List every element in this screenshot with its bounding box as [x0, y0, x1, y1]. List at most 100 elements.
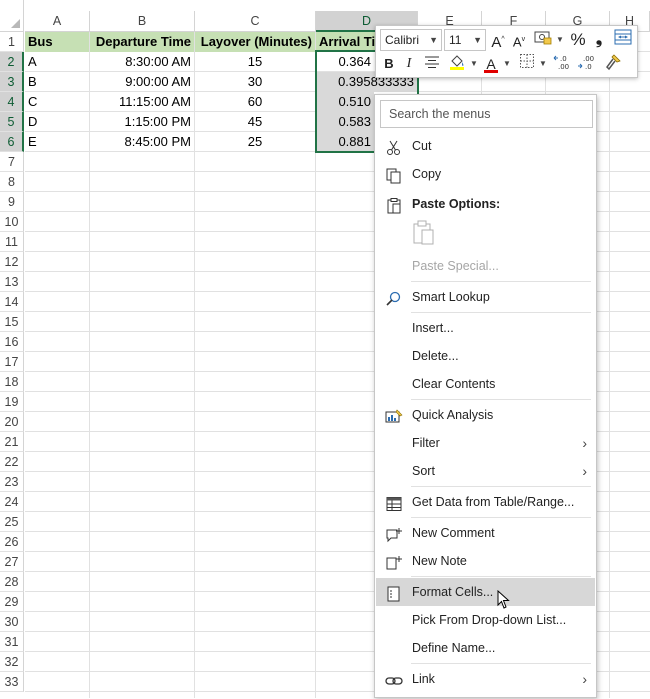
row-header-12[interactable]: 12 — [0, 252, 24, 272]
header-cell-departure-time[interactable]: Departure Time — [90, 32, 194, 52]
row-header-2[interactable]: 2 — [0, 52, 24, 72]
fill-color-button[interactable] — [446, 53, 468, 75]
row-header-24[interactable]: 24 — [0, 492, 24, 512]
menu-item-paste-special[interactable]: Paste Special... — [376, 252, 595, 280]
row-header-1[interactable]: 1 — [0, 32, 24, 52]
font-color-button[interactable]: A — [481, 53, 501, 75]
table-cell[interactable]: 8:45:00 PM — [90, 132, 194, 152]
table-cell[interactable]: B — [25, 72, 89, 92]
menu-item-copy[interactable]: Copy — [376, 160, 595, 188]
row-header-7[interactable]: 7 — [0, 152, 24, 172]
decrease-font-size-button[interactable]: Av — [510, 29, 528, 51]
row-header-33[interactable]: 33 — [0, 672, 24, 692]
menu-item-filter[interactable]: Filter › — [376, 429, 595, 457]
center-align-button[interactable] — [422, 53, 442, 75]
menu-item-smart-lookup[interactable]: Smart Lookup — [376, 283, 595, 311]
column-header-c[interactable]: C — [195, 11, 316, 32]
row-header-14[interactable]: 14 — [0, 292, 24, 312]
menu-item-new-note[interactable]: New Note — [376, 547, 595, 575]
menu-item-pick-dropdown[interactable]: Pick From Drop-down List... — [376, 606, 595, 634]
menu-item-label: Link — [412, 672, 435, 686]
row-header-32[interactable]: 32 — [0, 652, 24, 672]
row-header-25[interactable]: 25 — [0, 512, 24, 532]
row-header-5[interactable]: 5 — [0, 112, 24, 132]
column-header-b[interactable]: B — [90, 11, 195, 32]
table-cell[interactable]: 0.364 — [316, 52, 374, 72]
row-header-27[interactable]: 27 — [0, 552, 24, 572]
menu-item-insert[interactable]: Insert... — [376, 314, 595, 342]
table-cell[interactable]: A — [25, 52, 89, 72]
table-cell[interactable]: 15 — [195, 52, 315, 72]
paste-option-clipboard-icon[interactable] — [411, 219, 437, 249]
table-cell[interactable]: 60 — [195, 92, 315, 112]
table-cell[interactable]: 11:15:00 AM — [90, 92, 194, 112]
row-header-30[interactable]: 30 — [0, 612, 24, 632]
menu-item-new-comment[interactable]: New Comment — [376, 519, 595, 547]
table-cell[interactable]: 30 — [195, 72, 315, 92]
row-header-19[interactable]: 19 — [0, 392, 24, 412]
accounting-format-button[interactable] — [532, 29, 554, 51]
menu-item-clear-contents[interactable]: Clear Contents — [376, 370, 595, 398]
row-header-29[interactable]: 29 — [0, 592, 24, 612]
italic-button[interactable]: I — [400, 53, 418, 75]
row-header-9[interactable]: 9 — [0, 192, 24, 212]
menu-item-sort[interactable]: Sort › — [376, 457, 595, 485]
row-header-16[interactable]: 16 — [0, 332, 24, 352]
menu-item-get-data[interactable]: Get Data from Table/Range... — [376, 488, 595, 516]
menu-item-quick-analysis[interactable]: Quick Analysis — [376, 401, 595, 429]
table-cell[interactable]: 45 — [195, 112, 315, 132]
header-cell-bus[interactable]: Bus — [25, 32, 89, 52]
format-painter-button[interactable] — [602, 53, 624, 75]
table-cell[interactable]: 0.881 — [316, 132, 374, 152]
row-header-4[interactable]: 4 — [0, 92, 24, 112]
row-header-21[interactable]: 21 — [0, 432, 24, 452]
row-header-26[interactable]: 26 — [0, 532, 24, 552]
row-header-18[interactable]: 18 — [0, 372, 24, 392]
table-cell[interactable]: 25 — [195, 132, 315, 152]
merge-center-button[interactable] — [612, 29, 634, 51]
bold-button[interactable]: B — [380, 53, 398, 75]
row-header-3[interactable]: 3 — [0, 72, 24, 92]
row-header-15[interactable]: 15 — [0, 312, 24, 332]
decrease-decimal-button[interactable]: .00.0 — [576, 53, 598, 75]
menu-item-delete[interactable]: Delete... — [376, 342, 595, 370]
chevron-down-icon[interactable]: ▼ — [556, 29, 564, 51]
chevron-down-icon[interactable]: ▼ — [503, 53, 511, 75]
chevron-down-icon[interactable]: ▼ — [470, 53, 478, 75]
row-header-17[interactable]: 17 — [0, 352, 24, 372]
search-menus-input[interactable]: Search the menus — [380, 100, 593, 128]
row-header-22[interactable]: 22 — [0, 452, 24, 472]
table-cell[interactable]: D — [25, 112, 89, 132]
chevron-down-icon[interactable]: ▼ — [539, 53, 547, 75]
font-size-combo[interactable]: 11 ▼ — [444, 29, 486, 51]
comma-style-button[interactable]: ❟ — [591, 29, 607, 51]
row-header-11[interactable]: 11 — [0, 232, 24, 252]
table-cell[interactable]: 1:15:00 PM — [90, 112, 194, 132]
row-header-20[interactable]: 20 — [0, 412, 24, 432]
menu-item-cut[interactable]: Cut — [376, 132, 595, 160]
table-cell[interactable]: 9:00:00 AM — [90, 72, 194, 92]
table-cell[interactable]: 8:30:00 AM — [90, 52, 194, 72]
row-header-10[interactable]: 10 — [0, 212, 24, 232]
row-header-23[interactable]: 23 — [0, 472, 24, 492]
table-cell[interactable]: 0.510 — [316, 92, 374, 112]
row-header-6[interactable]: 6 — [0, 132, 24, 152]
increase-font-size-button[interactable]: A^ — [489, 29, 507, 51]
menu-item-define-name[interactable]: Define Name... — [376, 634, 595, 662]
increase-decimal-button[interactable]: .0.00 — [552, 53, 574, 75]
borders-button[interactable] — [517, 53, 537, 75]
percent-style-button[interactable]: % — [568, 29, 588, 51]
menu-item-format-cells[interactable]: Format Cells... — [376, 578, 595, 606]
table-cell[interactable]: 0.583 — [316, 112, 374, 132]
row-header-28[interactable]: 28 — [0, 572, 24, 592]
header-cell-layover[interactable]: Layover (Minutes) — [195, 32, 315, 52]
font-name-combo[interactable]: Calibri ▼ — [380, 29, 442, 51]
menu-item-link[interactable]: Link › — [376, 665, 595, 693]
table-cell[interactable]: C — [25, 92, 89, 112]
column-header-a[interactable]: A — [25, 11, 90, 32]
table-cell[interactable]: E — [25, 132, 89, 152]
select-all-corner[interactable] — [0, 0, 24, 32]
row-header-13[interactable]: 13 — [0, 272, 24, 292]
row-header-31[interactable]: 31 — [0, 632, 24, 652]
row-header-8[interactable]: 8 — [0, 172, 24, 192]
